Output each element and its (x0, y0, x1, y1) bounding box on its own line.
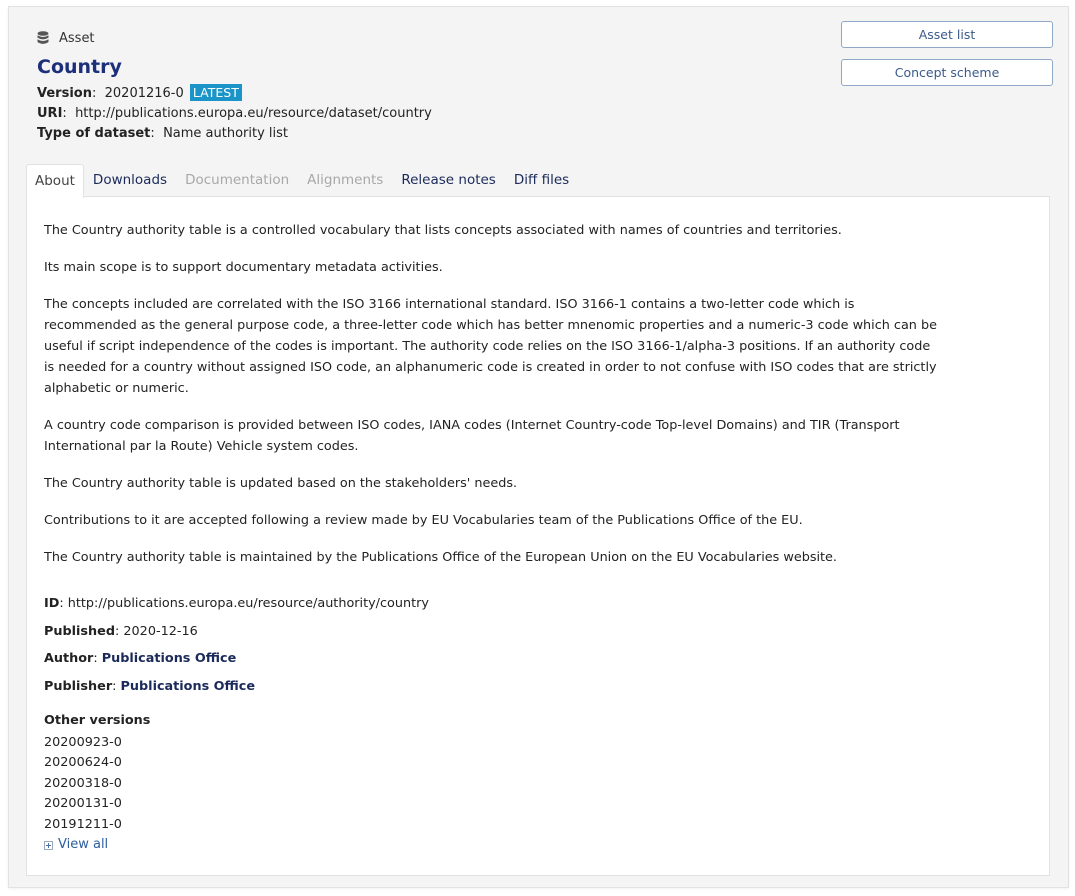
asset-properties: ID: http://publications.europa.eu/resour… (44, 594, 944, 696)
id-value: http://publications.europa.eu/resource/a… (67, 596, 429, 611)
author-row: Author: Publications Office (44, 651, 237, 666)
view-all-label: View all (58, 837, 109, 852)
description-paragraph: A country code comparison is provided be… (44, 418, 900, 454)
version-link[interactable]: 20191211-0 (44, 815, 944, 836)
tab-about[interactable]: About (26, 164, 84, 198)
uri-row: URI: http://publications.europa.eu/resou… (37, 106, 432, 121)
page-title: Country (37, 56, 122, 78)
published-row: Published: 2020-12-16 (44, 623, 198, 639)
asset-type-label: Asset (59, 30, 95, 46)
tab-diff-files[interactable]: Diff files (505, 164, 578, 196)
tab-downloads[interactable]: Downloads (84, 164, 176, 196)
description-paragraph: The concepts included are correlated wit… (44, 297, 937, 396)
view-all-link[interactable]: View all (44, 835, 944, 855)
asset-page-frame: Asset Country Version: 20201216-0 LATEST… (8, 6, 1069, 888)
description-paragraph: The Country authority table is a control… (44, 223, 842, 238)
about-content: The Country authority table is a control… (44, 220, 944, 855)
description-paragraph: The Country authority table is updated b… (44, 476, 518, 491)
tab-alignments: Alignments (307, 172, 384, 188)
author-label: Author (44, 651, 94, 666)
uri-value: http://publications.europa.eu/resource/d… (75, 106, 432, 121)
asset-meta: Version: 20201216-0 LATEST URI: http://p… (37, 84, 432, 144)
other-versions: Other versions 20200923-0 20200624-0 202… (44, 711, 944, 856)
version-link[interactable]: 20200318-0 (44, 774, 944, 795)
version-link[interactable]: 20200624-0 (44, 753, 944, 774)
description-paragraph: The Country authority table is maintaine… (44, 550, 838, 565)
asset-tabs: About Downloads Documentation Alignments… (26, 164, 578, 198)
other-versions-heading: Other versions (44, 712, 151, 728)
version-label: Version (37, 86, 92, 101)
dataset-type-row: Type of dataset: Name authority list (37, 126, 289, 141)
asset-list-button[interactable]: Asset list (841, 21, 1053, 48)
uri-label: URI (37, 106, 63, 121)
publisher-link[interactable]: Publications Office (121, 679, 256, 694)
asset-header: Asset Country Version: 20201216-0 LATEST… (37, 29, 432, 144)
asset-type-line: Asset (37, 29, 432, 47)
author-link[interactable]: Publications Office (102, 651, 237, 666)
about-panel: The Country authority table is a control… (26, 196, 1050, 876)
version-link[interactable]: 20200131-0 (44, 794, 944, 815)
version-link[interactable]: 20200923-0 (44, 733, 944, 754)
description-paragraph: Its main scope is to support documentary… (44, 260, 443, 275)
id-row: ID: http://publications.europa.eu/resour… (44, 596, 429, 611)
concept-scheme-button[interactable]: Concept scheme (841, 59, 1053, 86)
dataset-type-value: Name authority list (163, 126, 289, 141)
version-value: 20201216-0 (104, 86, 184, 101)
latest-badge: LATEST (189, 84, 242, 101)
published-label: Published (44, 623, 115, 639)
tab-documentation: Documentation (185, 172, 290, 188)
version-row: Version: 20201216-0 LATEST (37, 84, 432, 104)
description-paragraph: Contributions to it are accepted followi… (44, 513, 803, 528)
expand-plus-icon (44, 840, 53, 850)
database-icon (37, 31, 49, 44)
published-value: 2020-12-16 (123, 623, 198, 639)
id-label: ID (44, 596, 60, 611)
publisher-row: Publisher: Publications Office (44, 678, 256, 694)
tab-release-notes[interactable]: Release notes (392, 164, 505, 196)
dataset-type-label: Type of dataset (37, 126, 151, 141)
publisher-label: Publisher (44, 678, 113, 694)
